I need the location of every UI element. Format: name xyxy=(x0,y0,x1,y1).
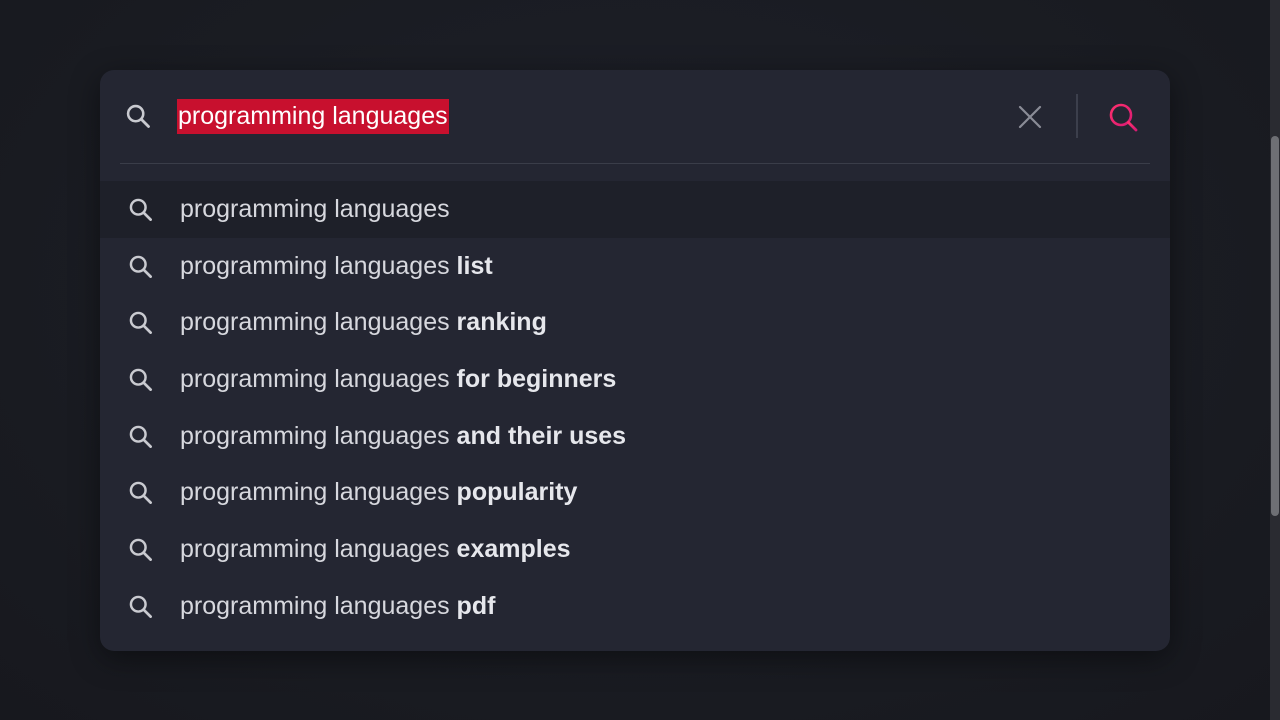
page: programming languages programming langua… xyxy=(0,0,1280,720)
search-divider xyxy=(120,163,1150,164)
search-icon xyxy=(129,368,152,392)
suggestion-item[interactable]: programming languages for beginners xyxy=(100,351,1170,408)
suggestion-text: programming languages pdf xyxy=(180,591,496,620)
search-icon xyxy=(129,595,152,618)
suggestion-item[interactable]: programming languages and their uses xyxy=(100,408,1170,465)
suggestion-text: programming languages ranking xyxy=(180,308,547,337)
search-panel: programming languages programming langua… xyxy=(100,70,1170,651)
scrollbar-track[interactable] xyxy=(1270,0,1280,720)
suggestion-text: programming languages for beginners xyxy=(180,364,617,393)
suggestion-list: programming languages programming langua… xyxy=(100,181,1170,635)
search-icon xyxy=(129,198,152,221)
suggestion-item[interactable]: programming languages list xyxy=(100,238,1170,295)
suggestion-item[interactable]: programming languages popularity xyxy=(100,464,1170,521)
search-submit-icon[interactable] xyxy=(1107,101,1139,133)
suggestion-text: programming languages examples xyxy=(180,534,571,563)
search-icon xyxy=(129,482,152,505)
suggestion-item[interactable]: programming languages pdf xyxy=(100,578,1170,635)
search-icon xyxy=(129,425,152,448)
suggestion-text: programming languages list xyxy=(180,251,493,280)
search-icon xyxy=(129,312,152,335)
search-input[interactable]: programming languages xyxy=(177,99,449,134)
search-icon xyxy=(129,538,152,562)
suggestion-item[interactable]: programming languages ranking xyxy=(100,294,1170,351)
suggestion-item[interactable]: programming languages xyxy=(100,181,1170,238)
suggestion-text: programming languages popularity xyxy=(180,478,578,507)
suggestion-item[interactable]: programming languages examples xyxy=(100,521,1170,578)
search-bar-divider xyxy=(1076,94,1078,138)
suggestion-text: programming languages xyxy=(180,194,450,223)
search-bar[interactable]: programming languages xyxy=(100,70,1170,163)
suggestion-text: programming languages and their uses xyxy=(180,421,627,450)
scrollbar-thumb[interactable] xyxy=(1271,136,1279,516)
close-icon[interactable] xyxy=(1018,105,1042,129)
search-icon xyxy=(129,255,152,278)
search-icon xyxy=(126,104,150,128)
